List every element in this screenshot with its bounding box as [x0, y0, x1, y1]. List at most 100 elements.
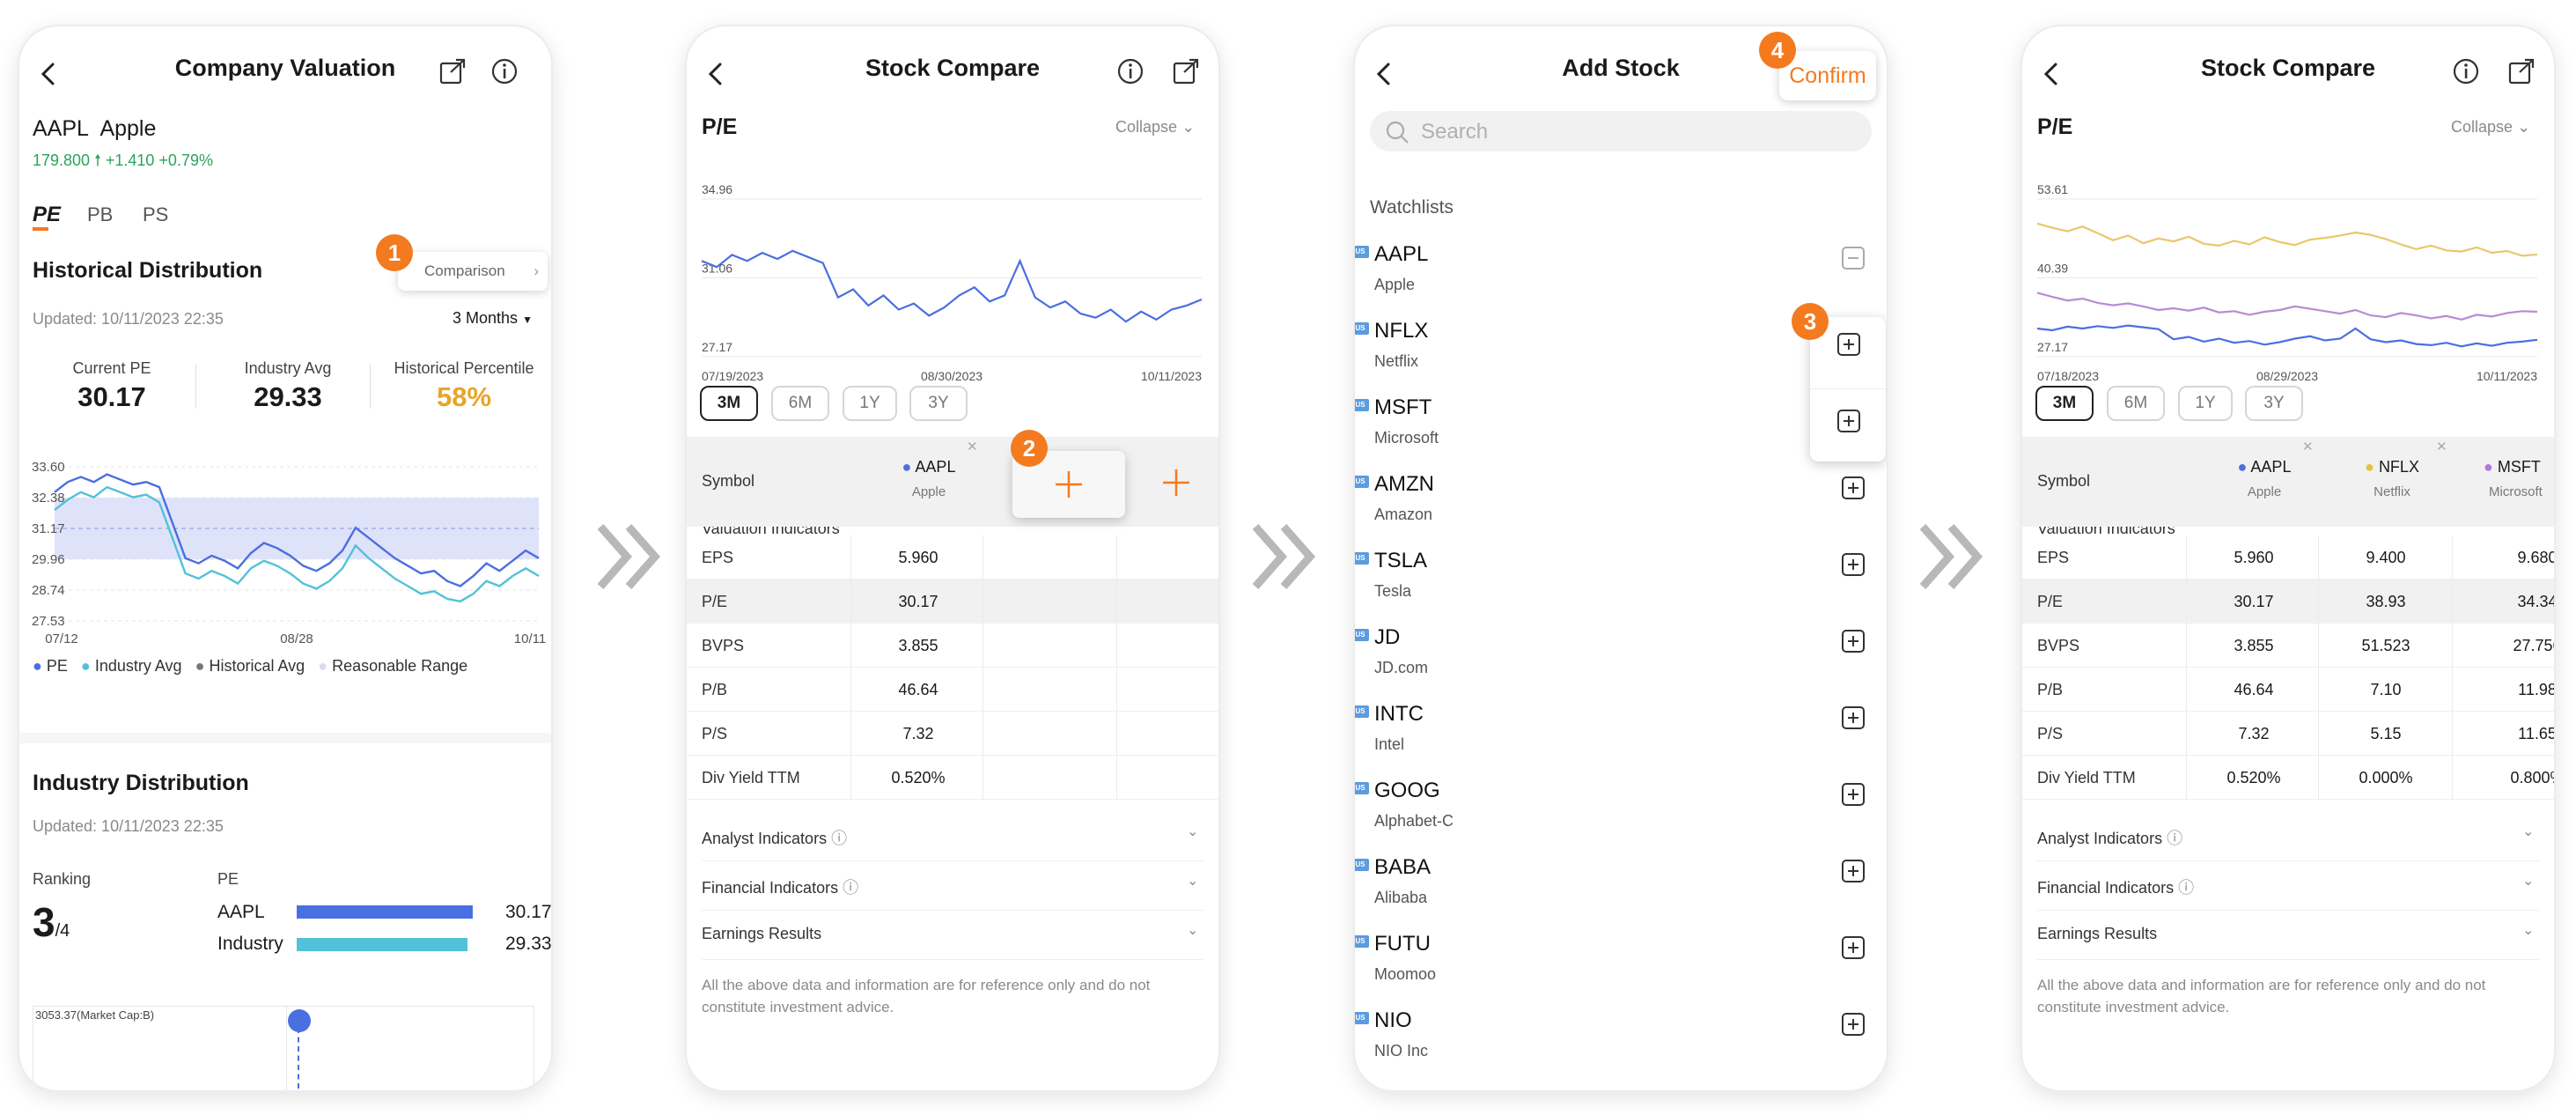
column-ticker: ● AAPL [902, 458, 956, 476]
range-1y[interactable]: 1Y [2178, 386, 2233, 421]
info-icon[interactable] [2451, 56, 2481, 86]
tab-ps[interactable]: PS [143, 203, 168, 226]
financial-indicators-row[interactable]: Financial Indicators ⓘ [702, 875, 858, 898]
industry-updated-time: Updated: 10/11/2023 22:35 [33, 817, 224, 835]
share-icon[interactable] [1171, 56, 1201, 86]
plus-box-icon[interactable] [1841, 552, 1866, 577]
y-tick-label: 27.17 [702, 340, 732, 354]
watchlist-item[interactable]: US TSLA Tesla [1355, 540, 1887, 617]
plus-box-icon[interactable] [1841, 935, 1866, 960]
search-input[interactable]: Search [1370, 111, 1872, 151]
chevron-down-icon[interactable]: ⌄ [2522, 823, 2534, 840]
plus-box-icon[interactable] [1841, 782, 1866, 807]
column-name: Microsoft [2489, 484, 2543, 499]
info-icon[interactable] [489, 56, 519, 86]
screen-company-valuation: Company Valuation AAPL Apple 179.800 🠕 +… [19, 26, 551, 1090]
row-label: BVPS [2037, 637, 2080, 654]
table-row: P/E 30.17 [687, 580, 1218, 624]
watchlist-item[interactable]: US NIO NIO Inc [1355, 1000, 1887, 1076]
share-icon[interactable] [438, 56, 467, 86]
comparison-button[interactable]: Comparison › [398, 252, 548, 291]
y-tick-label: 34.96 [702, 182, 732, 196]
watchlist-item[interactable]: US AMZN Amazon [1355, 463, 1887, 540]
financial-indicators-row[interactable]: Financial Indicators ⓘ [2037, 875, 2194, 898]
analyst-indicators-row[interactable]: Analyst Indicators ⓘ [2037, 826, 2182, 849]
pe-history-chart: 33.60 32.38 31.17 29.96 28.74 27.53 07/12 08/28… [32, 460, 546, 646]
chevron-down-icon[interactable]: ⌄ [2522, 872, 2534, 890]
plus-icon [1056, 471, 1082, 498]
plus-box-icon[interactable] [1836, 409, 1861, 433]
section-divider [19, 733, 551, 743]
row-label: P/S [2037, 725, 2064, 742]
range-6m[interactable]: 6M [2107, 386, 2165, 421]
y-tick-label: 33.60 [32, 460, 65, 475]
earnings-results-row[interactable]: Earnings Results [702, 925, 821, 943]
plus-box-icon[interactable] [1841, 705, 1866, 730]
cell-value: 5.15 [2370, 725, 2402, 742]
plus-box-icon[interactable] [1841, 859, 1866, 883]
plus-box-icon[interactable] [1841, 629, 1866, 653]
range-3m[interactable]: 3M [2035, 386, 2094, 421]
remove-column-icon[interactable]: ✕ [2302, 439, 2314, 454]
minus-box-icon[interactable] [1841, 246, 1866, 270]
share-icon[interactable] [2506, 56, 2536, 86]
chevron-down-icon[interactable]: ⌄ [1187, 921, 1198, 939]
cell-value: 30.17 [898, 593, 938, 610]
watchlist-item[interactable]: US JD JD.com [1355, 617, 1887, 693]
cell-value: 0.000% [2359, 769, 2413, 786]
range-3y[interactable]: 3Y [2245, 386, 2303, 421]
plus-box-icon[interactable] [1836, 332, 1861, 357]
row-label: P/E [2037, 593, 2064, 610]
collapse-toggle[interactable]: Collapse ⌄ [2451, 118, 2530, 137]
watchlist-item[interactable]: US AAPL Apple [1355, 233, 1887, 310]
series-line-nflx [2036, 222, 2538, 257]
table-row: P/S 7.32 5.15 11.65 [2022, 712, 2554, 756]
chevron-down-icon[interactable]: ⌄ [2522, 921, 2534, 939]
metric-current-pe: Current PE 30.17 [72, 359, 151, 412]
stock-ticker: AAPL [1374, 242, 1429, 266]
range-6m[interactable]: 6M [771, 386, 829, 421]
range-1y[interactable]: 1Y [843, 386, 897, 421]
earnings-results-row[interactable]: Earnings Results [2037, 925, 2157, 943]
industry-bar [297, 905, 473, 919]
remove-column-icon[interactable]: ✕ [967, 439, 978, 454]
metric-title: P/E [702, 114, 738, 139]
us-market-badge: US [1355, 552, 1369, 565]
plus-box-icon[interactable] [1841, 1012, 1866, 1037]
table-row: EPS 5.960 [687, 535, 1218, 580]
ranking-value: 3/4 [33, 899, 70, 945]
legend-historical-avg: ● Historical Avg [195, 657, 305, 675]
collapse-toggle[interactable]: Collapse ⌄ [1115, 118, 1195, 137]
plus-box-icon[interactable] [1841, 476, 1866, 500]
remove-column-icon[interactable]: ✕ [2436, 439, 2447, 454]
tab-pb[interactable]: PB [87, 203, 113, 226]
stock-ticker: BABA [1374, 855, 1432, 879]
watchlist-item[interactable]: US INTC Intel [1355, 693, 1887, 770]
caret-down-icon: ▼ [522, 314, 533, 326]
chevron-down-icon[interactable]: ⌄ [1187, 823, 1198, 840]
plus-icon[interactable] [1160, 467, 1192, 498]
info-icon: ⓘ [2178, 879, 2195, 897]
search-icon [1386, 121, 1409, 144]
tab-pe[interactable]: PE [33, 203, 61, 227]
watchlist-item[interactable]: US BABA Alibaba [1355, 846, 1887, 923]
row-label: P/B [702, 681, 728, 698]
screen-add-stock: Add Stock Confirm 4 Search Watchlists US… [1355, 26, 1887, 1090]
chevron-down-icon: ⌄ [2517, 118, 2531, 136]
double-chevron-icon [1252, 524, 1316, 589]
info-icon: ⓘ [2167, 830, 2183, 847]
watchlist-item[interactable]: US GOOG Alphabet-C [1355, 770, 1887, 846]
stock-name: Netflix [1374, 352, 1419, 370]
table-row: P/E 30.17 38.93 34.34 [2022, 580, 2554, 624]
watchlist-item[interactable]: US FUTU Moomoo [1355, 923, 1887, 1000]
range-3m[interactable]: 3M [700, 386, 758, 421]
period-dropdown[interactable]: 3 Months ▼ [453, 309, 533, 328]
range-3y[interactable]: 3Y [909, 386, 968, 421]
cell-value: 11.65 [2518, 725, 2554, 742]
info-icon: ⓘ [831, 830, 848, 847]
chevron-down-icon[interactable]: ⌄ [1187, 872, 1198, 890]
analyst-indicators-row[interactable]: Analyst Indicators ⓘ [702, 826, 847, 849]
column-ticker: ● NFLX [2365, 458, 2419, 476]
watchlist-item[interactable]: US MSFT Microsoft [1355, 387, 1887, 463]
info-icon[interactable] [1115, 56, 1145, 86]
